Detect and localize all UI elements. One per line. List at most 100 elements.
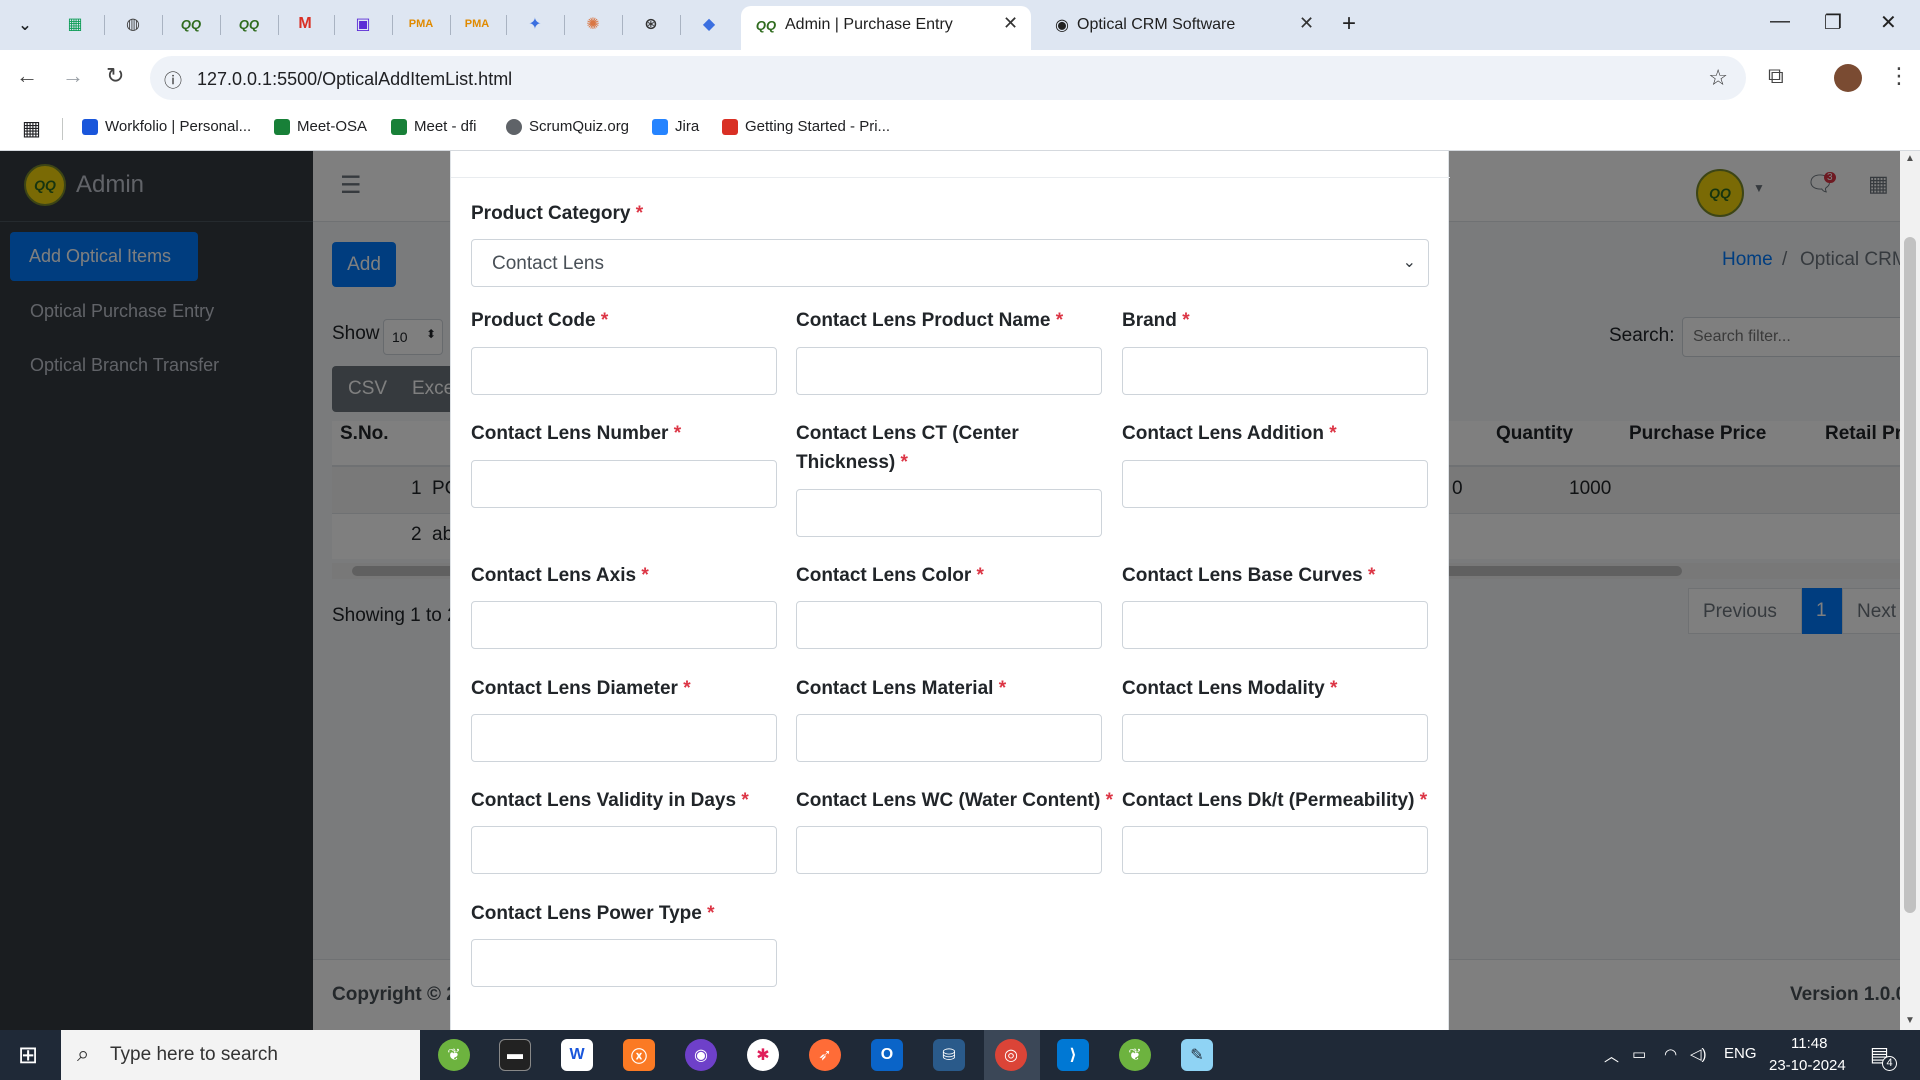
github-app-icon[interactable]: ◉ bbox=[685, 1039, 717, 1071]
power-type-input[interactable] bbox=[471, 939, 777, 987]
lens-number-label: Contact Lens Number * bbox=[471, 419, 681, 448]
permeability-input[interactable] bbox=[1122, 826, 1428, 874]
required-mark: * bbox=[635, 203, 644, 224]
language-indicator[interactable]: ENG bbox=[1724, 1045, 1757, 1062]
workfolio-icon bbox=[82, 118, 98, 135]
copilot-tab-icon[interactable]: ◆ bbox=[696, 11, 722, 37]
vscode-app-icon[interactable]: ⟩ bbox=[1057, 1039, 1089, 1071]
bookmark-star-icon[interactable]: ☆ bbox=[1708, 65, 1728, 91]
page-vertical-scrollbar[interactable]: ▲ ▼ bbox=[1900, 151, 1920, 1030]
bookmark-meet-osa[interactable]: Meet-OSA bbox=[274, 118, 367, 135]
minimize-icon[interactable]: — bbox=[1770, 10, 1790, 33]
page-viewport: QQ Admin Add Optical Items Optical Purch… bbox=[0, 151, 1920, 1030]
lens-material-input[interactable] bbox=[796, 714, 1102, 762]
base-curves-input[interactable] bbox=[1122, 601, 1428, 649]
gemini-tab-icon[interactable]: ✦ bbox=[522, 11, 548, 37]
browser-tab-strip: ⌄ ▦ ◍ QQ QQ M ▣ PMA PMA ✦ ✺ ⊛ ◆ QQ Admin… bbox=[0, 0, 1920, 50]
pma-tab-icon[interactable]: PMA bbox=[408, 11, 434, 37]
omnibox[interactable]: ⓘ 127.0.0.1:5500/OpticalAddItemList.html… bbox=[150, 56, 1746, 100]
claude-tab-icon[interactable]: ✺ bbox=[580, 11, 606, 37]
lens-color-input[interactable] bbox=[796, 601, 1102, 649]
back-icon[interactable]: ← bbox=[16, 63, 38, 89]
wifi-icon[interactable]: ◠ bbox=[1664, 1045, 1677, 1063]
water-content-input[interactable] bbox=[796, 826, 1102, 874]
bookmark-label: Jira bbox=[675, 118, 700, 135]
new-tab-button[interactable]: + bbox=[1342, 10, 1356, 38]
scroll-up-icon[interactable]: ▲ bbox=[1905, 153, 1915, 164]
qq-tab-icon[interactable]: QQ bbox=[236, 11, 262, 37]
brand-input[interactable] bbox=[1122, 347, 1428, 395]
lens-axis-input[interactable] bbox=[471, 601, 777, 649]
product-name-input[interactable] bbox=[796, 347, 1102, 395]
required-mark: * bbox=[683, 678, 691, 699]
openai-tab-icon[interactable]: ⊛ bbox=[638, 11, 664, 37]
workfolio-app-icon[interactable]: W bbox=[561, 1039, 593, 1071]
globe-tab-icon[interactable]: ◍ bbox=[120, 11, 146, 37]
tab-optical-crm[interactable]: ◉ Optical CRM Software ✕ bbox=[1031, 6, 1321, 50]
menu-kebab-icon[interactable]: ⋮ bbox=[1888, 63, 1910, 89]
product-category-select[interactable]: Contact Lens ⌄ bbox=[471, 239, 1429, 287]
scrollbar-thumb[interactable] bbox=[1904, 237, 1916, 913]
close-window-icon[interactable]: ✕ bbox=[1880, 10, 1897, 35]
postman-app-icon[interactable]: ➶ bbox=[809, 1039, 841, 1071]
reload-icon[interactable]: ↻ bbox=[106, 63, 124, 89]
lens-number-input[interactable] bbox=[471, 460, 777, 508]
clock-date[interactable]: 23-10-2024 bbox=[1769, 1057, 1846, 1074]
windows-start-icon[interactable]: ⊞ bbox=[18, 1041, 38, 1070]
tab-separator bbox=[334, 15, 335, 35]
sheets-tab-icon[interactable]: ▦ bbox=[62, 11, 88, 37]
tab-admin-purchase-entry[interactable]: QQ Admin | Purchase Entry ✕ bbox=[741, 6, 1031, 50]
lens-diameter-input[interactable] bbox=[471, 714, 777, 762]
close-tab-icon[interactable]: ✕ bbox=[1003, 13, 1018, 34]
notepad-app-icon[interactable]: ✎ bbox=[1181, 1039, 1213, 1071]
bookmark-meet-dfi[interactable]: Meet - dfi bbox=[391, 118, 477, 135]
bookmark-scrumquiz[interactable]: ScrumQuiz.org bbox=[506, 118, 629, 135]
qq-tab-icon[interactable]: QQ bbox=[178, 11, 204, 37]
restore-icon[interactable]: ❐ bbox=[1824, 10, 1842, 35]
bookmark-jira[interactable]: Jira bbox=[652, 118, 699, 135]
chrome-app-icon[interactable]: ◎ bbox=[995, 1039, 1027, 1071]
tab-search-icon[interactable]: ⌄ bbox=[12, 12, 38, 38]
close-tab-icon[interactable]: ✕ bbox=[1299, 13, 1314, 34]
notification-count-badge: 4 bbox=[1882, 1056, 1897, 1071]
bookmark-getting-started[interactable]: Getting Started - Pri... bbox=[722, 118, 890, 135]
url-text[interactable]: 127.0.0.1:5500/OpticalAddItemList.html bbox=[197, 69, 512, 90]
product-code-input[interactable] bbox=[471, 347, 777, 395]
label-text: Contact Lens Color bbox=[796, 565, 972, 586]
spring-app-icon[interactable]: ❦ bbox=[438, 1039, 470, 1071]
required-mark: * bbox=[1329, 678, 1338, 699]
taskbar-search-box[interactable]: ⌕ Type here to search bbox=[61, 1030, 420, 1080]
show-hidden-icons-icon[interactable]: ︿ bbox=[1604, 1045, 1619, 1066]
forward-icon[interactable]: → bbox=[62, 63, 84, 89]
validity-days-input[interactable] bbox=[471, 826, 777, 874]
bookmark-separator bbox=[62, 118, 63, 140]
gmail-tab-icon[interactable]: M bbox=[292, 11, 318, 37]
terminal-app-icon[interactable]: ▬ bbox=[499, 1039, 531, 1071]
label-text: Contact Lens WC (Water Content) bbox=[796, 790, 1101, 811]
product-category-label: Product Category * bbox=[471, 199, 643, 228]
battery-icon[interactable]: ▭ bbox=[1632, 1045, 1646, 1063]
scroll-down-icon[interactable]: ▼ bbox=[1905, 1015, 1915, 1026]
center-thickness-input[interactable] bbox=[796, 489, 1102, 537]
spring-tools-app-icon[interactable]: ❦ bbox=[1119, 1039, 1151, 1071]
label-text: Contact Lens Axis bbox=[471, 565, 637, 586]
bookmark-workfolio[interactable]: Workfolio | Personal... bbox=[82, 118, 251, 135]
xampp-app-icon[interactable]: ⓧ bbox=[623, 1039, 655, 1071]
pma-tab-icon[interactable]: PMA bbox=[464, 11, 490, 37]
lens-addition-input[interactable] bbox=[1122, 460, 1428, 508]
outlook-app-icon[interactable]: O bbox=[871, 1039, 903, 1071]
required-mark: * bbox=[600, 310, 609, 331]
profile-avatar[interactable] bbox=[1834, 64, 1862, 92]
chat-tab-icon[interactable]: ▣ bbox=[350, 11, 376, 37]
mysql-workbench-app-icon[interactable]: ⛁ bbox=[933, 1039, 965, 1071]
label-text: Contact Lens Base Curves bbox=[1122, 565, 1363, 586]
clock-time[interactable]: 11:48 bbox=[1791, 1035, 1827, 1052]
lens-modality-input[interactable] bbox=[1122, 714, 1428, 762]
volume-icon[interactable]: ◁) bbox=[1690, 1045, 1707, 1063]
apps-grid-icon[interactable]: ▦ bbox=[22, 116, 41, 141]
tab-separator bbox=[564, 15, 565, 35]
slack-app-icon[interactable]: ✱ bbox=[747, 1039, 779, 1071]
extensions-icon[interactable]: ⧉ bbox=[1768, 63, 1784, 89]
required-mark: * bbox=[641, 565, 649, 586]
site-info-icon[interactable]: ⓘ bbox=[164, 67, 182, 93]
